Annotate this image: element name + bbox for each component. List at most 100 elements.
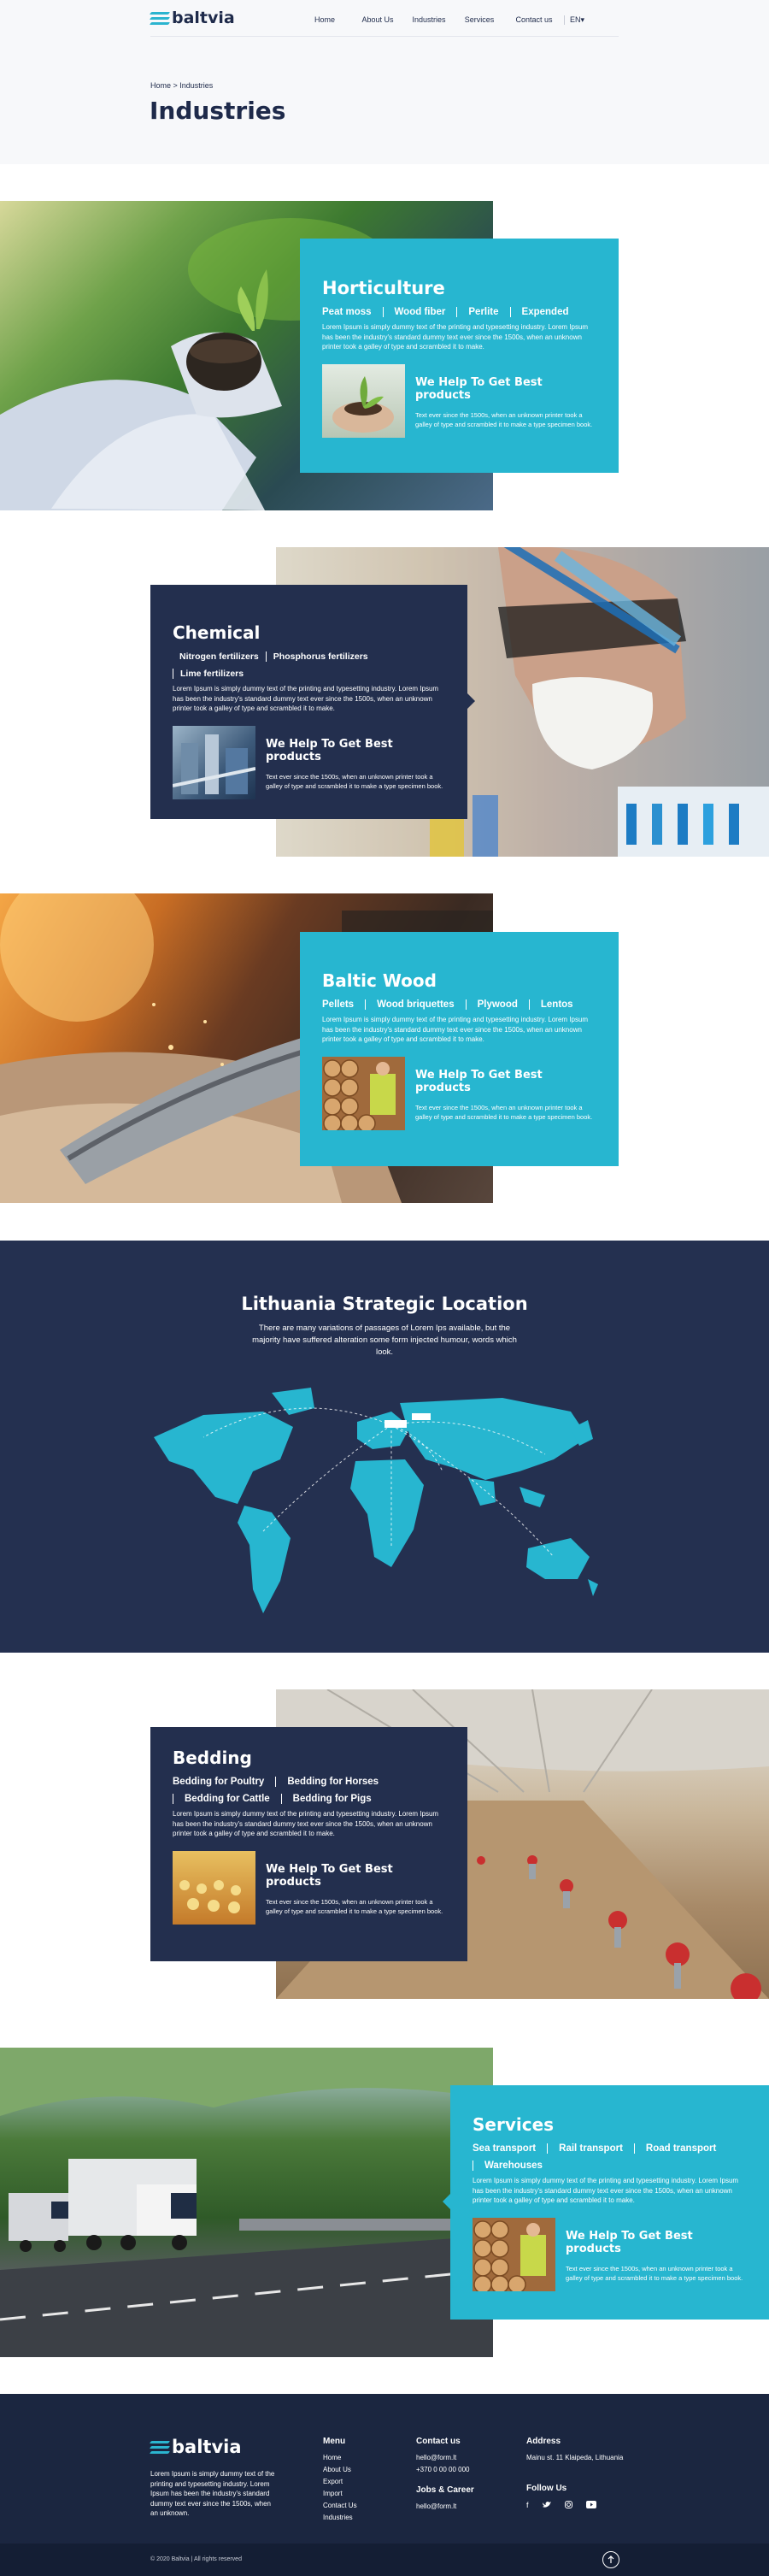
help-title: We Help To Get Best products bbox=[415, 375, 543, 402]
tag-list: Nitrogen fertilizers Phosphorus fertiliz… bbox=[173, 651, 445, 679]
footer-phone[interactable]: +370 0 00 00 000 bbox=[416, 2466, 474, 2473]
tag-list: Peat moss Wood fiber Perlite Expended bbox=[322, 307, 596, 317]
tag[interactable]: Peat moss bbox=[322, 307, 383, 317]
world-map bbox=[154, 1388, 598, 1613]
main-nav: Home About Us Industries Services Contac… bbox=[297, 15, 590, 25]
back-to-top-button[interactable] bbox=[602, 2551, 619, 2568]
footer-link-industries[interactable]: Industries bbox=[323, 2514, 357, 2521]
help-text: Text ever since the 1500s, when an unkno… bbox=[266, 772, 443, 790]
logo[interactable]: baltvia bbox=[149, 9, 235, 27]
copyright-text: © 2020 Baltvia | All rights reserved bbox=[150, 2556, 242, 2562]
services-card: Services Sea transport Rail transport Ro… bbox=[450, 2085, 769, 2320]
help-block: We Help To Get Best products Text ever s… bbox=[322, 363, 596, 438]
tag[interactable]: Wood fiber bbox=[382, 307, 457, 317]
tag-list: Bedding for Poultry Bedding for Horses B… bbox=[173, 1777, 445, 1804]
tag-list: Sea transport Rail transport Road transp… bbox=[473, 2143, 747, 2171]
nav-services[interactable]: Services bbox=[455, 15, 504, 25]
help-thumbnail bbox=[473, 2217, 555, 2291]
help-thumbnail bbox=[322, 363, 405, 438]
tag[interactable]: Pellets bbox=[322, 999, 365, 1010]
tag[interactable]: Bedding for Poultry bbox=[173, 1777, 275, 1787]
help-thumbnail bbox=[173, 725, 255, 799]
card-title: Services bbox=[473, 2114, 555, 2135]
help-text: Text ever since the 1500s, when an unkno… bbox=[415, 410, 593, 428]
copyright-bar: © 2020 Baltvia | All rights reserved bbox=[0, 2544, 769, 2576]
footer-contact: Contact us hello@form.lt +370 0 00 00 00… bbox=[416, 2437, 474, 2514]
language-selector[interactable]: EN▾ bbox=[564, 15, 590, 25]
tag[interactable]: Expended bbox=[509, 307, 580, 317]
tag-list: Pellets Wood briquettes Plywood Lentos bbox=[322, 999, 596, 1010]
breadcrumb[interactable]: Home > Industries bbox=[150, 81, 213, 90]
nav-about[interactable]: About Us bbox=[352, 15, 403, 25]
chemical-card: Chemical Nitrogen fertilizers Phosphorus… bbox=[150, 585, 467, 819]
nav-contact[interactable]: Contact us bbox=[504, 15, 564, 25]
footer-address-text: Mainu st. 11 Klaipeda, Lithuania bbox=[526, 2454, 624, 2461]
footer-logo[interactable]: baltvia bbox=[149, 2437, 242, 2457]
baltic-wood-card: Baltic Wood Pellets Wood briquettes Plyw… bbox=[300, 932, 619, 1166]
card-description: Lorem Ipsum is simply dummy text of the … bbox=[173, 685, 439, 712]
footer-about: Lorem Ipsum is simply dummy text of the … bbox=[150, 2470, 275, 2517]
strategic-location-section: Lithuania Strategic Location There are m… bbox=[0, 1241, 769, 1653]
nav-home[interactable]: Home bbox=[297, 15, 352, 25]
footer-address: Address Mainu st. 11 Klaipeda, Lithuania… bbox=[526, 2437, 623, 2514]
nav-industries[interactable]: Industries bbox=[403, 15, 455, 25]
card-title: Horticulture bbox=[322, 278, 445, 298]
card-title: Chemical bbox=[173, 622, 261, 643]
help-title: We Help To Get Best products bbox=[566, 2229, 693, 2255]
footer-jobs-email[interactable]: hello@form.lt bbox=[416, 2502, 474, 2510]
card-description: Lorem Ipsum is simply dummy text of the … bbox=[173, 1810, 439, 1837]
footer-address-title: Address bbox=[526, 2437, 561, 2446]
tag[interactable]: Lentos bbox=[528, 999, 584, 1010]
footer-jobs-title: Jobs & Career bbox=[416, 2485, 474, 2495]
help-title: We Help To Get Best products bbox=[266, 1862, 393, 1889]
tag[interactable]: Bedding for Horses bbox=[275, 1777, 390, 1787]
twitter-icon[interactable] bbox=[542, 2501, 551, 2510]
footer-link-about[interactable]: About Us bbox=[323, 2466, 357, 2473]
tag[interactable]: Phosphorus fertilizers bbox=[265, 651, 375, 662]
help-block: We Help To Get Best products Text ever s… bbox=[173, 725, 445, 799]
section-title: Lithuania Strategic Location bbox=[241, 1294, 528, 1314]
footer-link-contact[interactable]: Contact Us bbox=[323, 2502, 357, 2509]
facebook-icon[interactable]: f bbox=[526, 2501, 529, 2510]
logo-mark-icon bbox=[149, 10, 171, 26]
footer-menu: Menu Home About Us Export Import Contact… bbox=[323, 2437, 357, 2526]
card-description: Lorem Ipsum is simply dummy text of the … bbox=[473, 2177, 739, 2204]
tag[interactable]: Perlite bbox=[456, 307, 509, 317]
help-text: Text ever since the 1500s, when an unkno… bbox=[566, 2264, 743, 2282]
help-block: We Help To Get Best products Text ever s… bbox=[473, 2217, 747, 2291]
card-pointer bbox=[443, 2194, 450, 2209]
tag[interactable]: Sea transport bbox=[473, 2143, 547, 2154]
horticulture-card: Horticulture Peat moss Wood fiber Perlit… bbox=[300, 239, 619, 473]
instagram-icon[interactable] bbox=[564, 2501, 572, 2510]
footer-link-import[interactable]: Import bbox=[323, 2490, 357, 2497]
section-text: There are many variations of passages of… bbox=[252, 1323, 517, 1357]
card-description: Lorem Ipsum is simply dummy text of the … bbox=[322, 323, 589, 351]
tag[interactable]: Lime fertilizers bbox=[173, 669, 250, 679]
card-title: Bedding bbox=[173, 1748, 252, 1768]
tag[interactable]: Plywood bbox=[465, 999, 529, 1010]
footer-link-home[interactable]: Home bbox=[323, 2454, 357, 2461]
page-header: baltvia Home About Us Industries Service… bbox=[0, 0, 769, 164]
tag[interactable]: Bedding for Pigs bbox=[280, 1794, 383, 1804]
help-block: We Help To Get Best products Text ever s… bbox=[322, 1056, 596, 1130]
footer-follow-title: Follow Us bbox=[526, 2484, 567, 2493]
footer-email[interactable]: hello@form.lt bbox=[416, 2454, 474, 2461]
help-thumbnail bbox=[173, 1850, 255, 1925]
tag[interactable]: Nitrogen fertilizers bbox=[173, 651, 266, 662]
help-title: We Help To Get Best products bbox=[415, 1068, 543, 1094]
youtube-icon[interactable] bbox=[585, 2501, 596, 2510]
help-text: Text ever since the 1500s, when an unkno… bbox=[266, 1897, 443, 1915]
footer-link-export[interactable]: Export bbox=[323, 2478, 357, 2485]
tag[interactable]: Bedding for Cattle bbox=[173, 1794, 281, 1804]
social-links: f bbox=[526, 2501, 623, 2510]
page-title: Industries bbox=[150, 97, 286, 125]
help-block: We Help To Get Best products Text ever s… bbox=[173, 1850, 445, 1925]
tag[interactable]: Road transport bbox=[633, 2143, 727, 2154]
card-description: Lorem Ipsum is simply dummy text of the … bbox=[322, 1016, 589, 1043]
bedding-card: Bedding Bedding for Poultry Bedding for … bbox=[150, 1727, 467, 1961]
help-thumbnail bbox=[322, 1056, 405, 1130]
footer-menu-title: Menu bbox=[323, 2437, 346, 2446]
tag[interactable]: Wood briquettes bbox=[365, 999, 466, 1010]
tag[interactable]: Rail transport bbox=[547, 2143, 634, 2154]
tag[interactable]: Warehouses bbox=[473, 2160, 554, 2171]
